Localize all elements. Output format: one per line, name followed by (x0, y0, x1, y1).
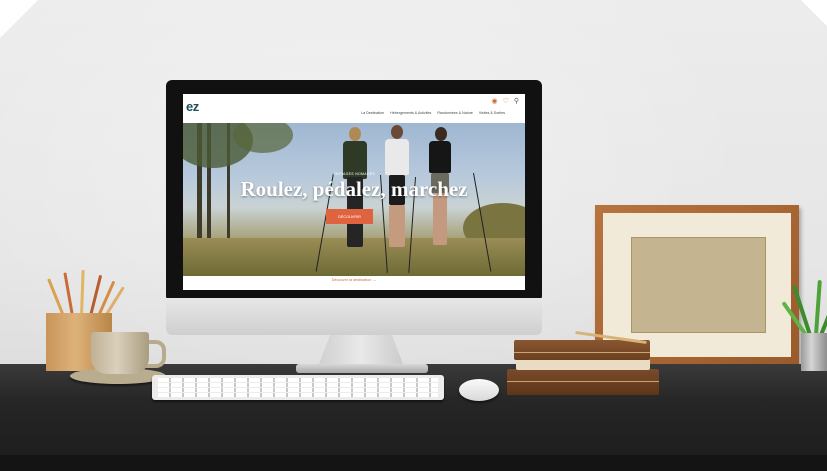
site-header: ez ◉ ♡ ⚲ La Destination Hébergements & A… (183, 94, 525, 123)
book-spine (507, 381, 659, 382)
book (514, 340, 650, 360)
hiker-torso (385, 139, 409, 175)
nav-item-visites[interactable]: Visites & Sorties (479, 111, 505, 115)
monitor-screen: ez ◉ ♡ ⚲ La Destination Hébergements & A… (183, 94, 525, 290)
key-row (158, 383, 438, 387)
backpack-icon[interactable]: ◉ (491, 98, 497, 106)
hero-banner: PAYSAGES NOMADES Roulez, pédalez, marche… (183, 123, 525, 276)
desk-scene: ez ◉ ♡ ⚲ La Destination Hébergements & A… (0, 0, 827, 471)
hiker-legs (389, 205, 405, 247)
book (507, 369, 659, 395)
hiker-head (391, 125, 403, 139)
desk-edge (0, 455, 827, 471)
site-nav: La Destination Hébergements & Activités … (361, 111, 505, 115)
imac-monitor: ez ◉ ♡ ⚲ La Destination Hébergements & A… (166, 80, 542, 335)
discover-button[interactable]: DÉCOUVRIR (326, 209, 373, 224)
nav-item-randonnees[interactable]: Randonnées & Nature (437, 111, 473, 115)
hero-kicker: PAYSAGES NOMADES (332, 172, 375, 176)
search-icon[interactable]: ⚲ (514, 98, 519, 106)
coffee-cup (91, 332, 149, 374)
hero-title: Roulez, pédalez, marchez (240, 177, 468, 201)
frame-picture (631, 237, 766, 333)
heart-icon[interactable]: ♡ (503, 98, 509, 106)
nav-item-hebergements[interactable]: Hébergements & Activités (390, 111, 431, 115)
header-icons: ◉ ♡ ⚲ (491, 98, 519, 106)
discover-destination-link[interactable]: Découvrir la destination → (183, 278, 525, 282)
nav-item-destination[interactable]: La Destination (361, 111, 384, 115)
monitor-chin (166, 298, 542, 335)
hiker-head (435, 127, 447, 141)
plant-pot (801, 333, 827, 371)
mouse (459, 379, 499, 401)
keyboard (152, 375, 444, 400)
monitor-stand-base (296, 364, 428, 373)
frame-mat (603, 213, 791, 357)
hiker-torso (429, 141, 451, 173)
hiker-head (349, 127, 361, 141)
key-row (158, 393, 438, 397)
book-spine (514, 352, 650, 353)
key-row (158, 378, 438, 382)
monitor-stand-neck (318, 335, 404, 367)
site-logo[interactable]: ez (186, 99, 199, 114)
key-row (158, 388, 438, 392)
